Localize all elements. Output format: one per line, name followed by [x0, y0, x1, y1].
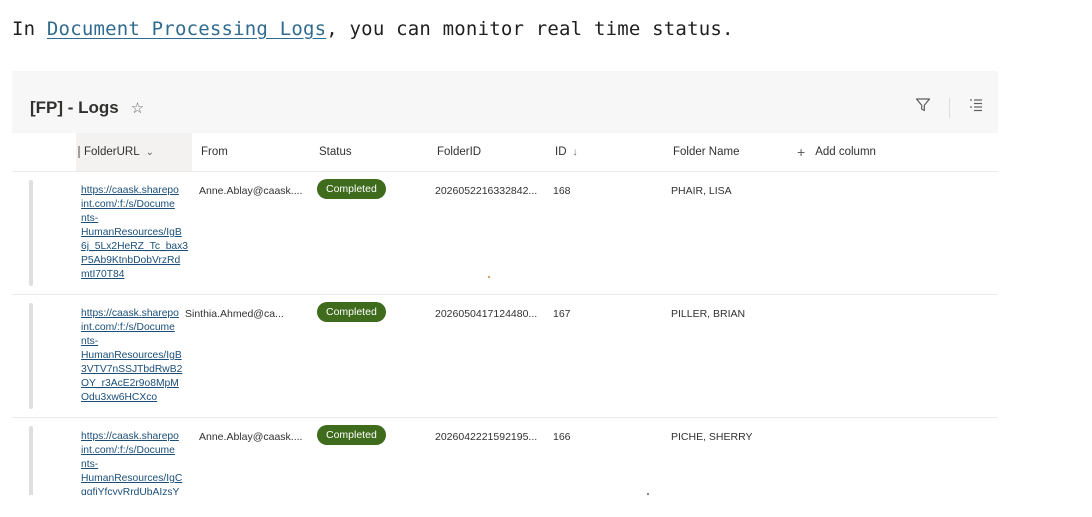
column-header-from[interactable]: From	[201, 133, 228, 171]
folder-url-link[interactable]: https://caask.sharepo int.com/:f:/s/Docu…	[81, 184, 189, 282]
folder-name-cell: PICHE, SHERRY	[671, 431, 753, 443]
view-options-icon[interactable]	[968, 97, 984, 118]
id-cell: 166	[553, 431, 571, 443]
list-title-group: [FP] - Logs ☆	[30, 98, 144, 118]
folder-name-cell: PHAIR, LISA	[671, 185, 732, 197]
column-header-folderurl-label: FolderURL	[84, 146, 140, 158]
table-row[interactable]: https://caask.sharepo int.com/:f:/s/Docu…	[12, 418, 998, 495]
row-selection-bar[interactable]	[29, 180, 33, 286]
status-badge: Completed	[317, 179, 386, 199]
document-processing-logs-link[interactable]: Document Processing Logs	[47, 18, 326, 40]
list-toolbar	[915, 97, 984, 118]
folder-url-link[interactable]: https://caask.sharepo int.com/:f:/s/Docu…	[81, 430, 189, 495]
logs-list-panel: [FP] - Logs ☆ FolderURL ⌄ From Status Fo…	[12, 71, 998, 495]
intro-suffix: , you can monitor real time status.	[326, 18, 734, 40]
status-badge: Completed	[317, 302, 386, 322]
add-column-label: Add column	[815, 146, 876, 158]
filter-icon[interactable]	[915, 97, 931, 118]
toolbar-divider	[949, 97, 950, 118]
chevron-down-icon: ⌄	[145, 146, 154, 158]
row-selection-bar[interactable]	[29, 426, 33, 495]
status-cell: Completed	[317, 425, 386, 445]
intro-prefix: In	[12, 18, 47, 40]
column-header-row: FolderURL ⌄ From Status FolderID ID ↓ Fo…	[12, 133, 998, 172]
status-badge: Completed	[317, 425, 386, 445]
plus-icon: +	[797, 144, 806, 160]
from-cell: Anne.Ablay@caask....	[199, 431, 303, 443]
column-header-id[interactable]: ID ↓	[555, 133, 578, 171]
folderid-cell: 2026052216332842...	[435, 185, 538, 197]
row-selection-bar[interactable]	[29, 303, 33, 409]
stray-pixel	[647, 493, 649, 495]
status-cell: Completed	[317, 179, 386, 199]
folder-url-link[interactable]: https://caask.sharepo int.com/:f:/s/Docu…	[81, 307, 189, 405]
table-row[interactable]: https://caask.sharepo int.com/:f:/s/Docu…	[12, 295, 998, 418]
folderid-cell: 2026050417124480...	[435, 308, 538, 320]
folderid-cell: 2026042221592195...	[435, 431, 538, 443]
folderurl-cell: https://caask.sharepo int.com/:f:/s/Docu…	[81, 307, 189, 405]
intro-text: In Document Processing Logs, you can mon…	[12, 18, 734, 40]
column-resize-grip[interactable]	[78, 146, 80, 158]
id-cell: 167	[553, 308, 571, 320]
column-header-folderurl[interactable]: FolderURL ⌄	[76, 133, 192, 171]
list-title: [FP] - Logs	[30, 98, 119, 117]
column-header-id-label: ID	[555, 146, 567, 158]
favorite-star-icon[interactable]: ☆	[131, 99, 144, 117]
folder-name-cell: PILLER, BRIAN	[671, 308, 746, 320]
from-cell: Anne.Ablay@caask....	[199, 185, 303, 197]
sort-descending-icon: ↓	[572, 146, 578, 158]
folderurl-cell: https://caask.sharepo int.com/:f:/s/Docu…	[81, 430, 189, 495]
list-command-area	[12, 71, 998, 133]
folderurl-cell: https://caask.sharepo int.com/:f:/s/Docu…	[81, 184, 189, 282]
column-header-status[interactable]: Status	[319, 133, 352, 171]
column-header-folderid[interactable]: FolderID	[437, 133, 481, 171]
status-cell: Completed	[317, 302, 386, 322]
add-column-button[interactable]: + Add column	[797, 133, 876, 171]
column-header-folder-name[interactable]: Folder Name	[673, 133, 739, 171]
stray-pixel	[488, 276, 490, 278]
id-cell: 168	[553, 185, 571, 197]
from-cell: Sinthia.Ahmed@ca...	[185, 308, 284, 320]
table-row[interactable]: https://caask.sharepo int.com/:f:/s/Docu…	[12, 172, 998, 295]
